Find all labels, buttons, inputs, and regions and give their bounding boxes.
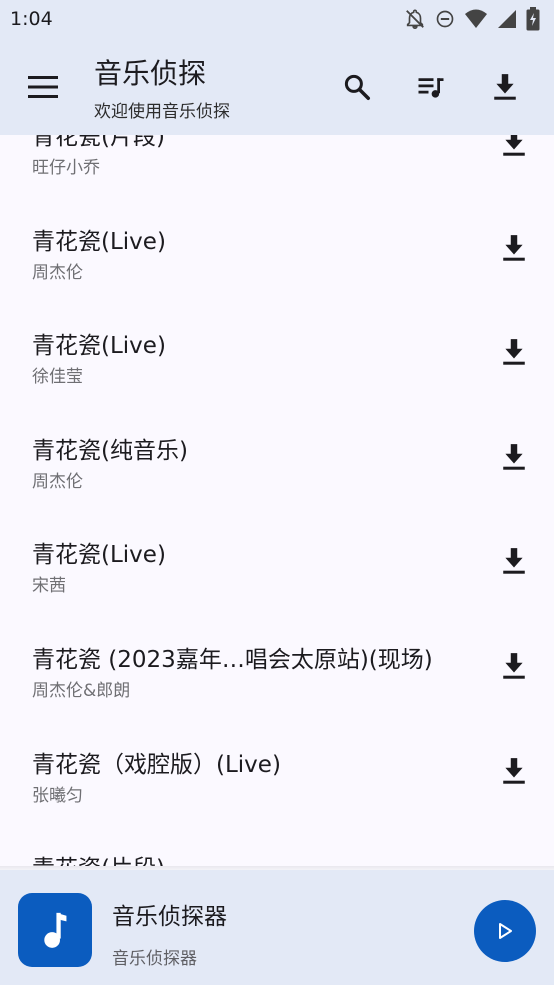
search-icon xyxy=(344,74,370,100)
download-song-button[interactable] xyxy=(494,543,534,583)
download-song-button[interactable] xyxy=(494,439,534,479)
download-song-button[interactable] xyxy=(494,334,534,374)
song-row[interactable]: 青花瓷 (2023嘉年…唱会太原站)(现场) 周杰伦&郎朗 xyxy=(0,610,554,715)
download-icon xyxy=(501,757,527,789)
notifications-off-icon xyxy=(404,8,426,30)
do-not-disturb-icon xyxy=(435,9,455,29)
download-icon xyxy=(501,443,527,475)
download-icon xyxy=(501,652,527,684)
music-note-icon xyxy=(44,912,67,948)
song-artist: 张曦匀 xyxy=(32,785,83,806)
download-icon xyxy=(501,234,527,266)
song-row[interactable]: 青花瓷(Live) 宋茜 xyxy=(0,505,554,610)
download-song-button[interactable] xyxy=(494,648,534,688)
song-list-inner: 青花瓷(片段) 旺仔小乔 青花瓷(Live) 周杰伦 青花瓷(Live) 徐佳莹 青花瓷(纯… xyxy=(0,135,554,868)
download-icon xyxy=(501,547,527,579)
song-title: 青花瓷(片段) xyxy=(32,135,165,150)
song-title: 青花瓷(Live) xyxy=(32,333,166,360)
song-artist: 周杰伦 xyxy=(32,471,83,492)
download-icon xyxy=(501,338,527,370)
menu-button[interactable] xyxy=(22,69,64,105)
song-list[interactable]: 青花瓷(片段) 旺仔小乔 青花瓷(Live) 周杰伦 青花瓷(Live) 徐佳莹 青花瓷(纯… xyxy=(0,135,554,868)
wifi-icon xyxy=(464,8,488,30)
song-title: 青花瓷 (2023嘉年…唱会太原站)(现场) xyxy=(32,646,433,673)
song-title: 青花瓷(Live) xyxy=(32,542,166,569)
menu-icon xyxy=(28,76,58,98)
signal-icon xyxy=(497,9,517,29)
status-icons xyxy=(404,7,540,31)
download-icon xyxy=(501,135,527,161)
song-title: 青花瓷(Live) xyxy=(32,228,166,255)
play-icon xyxy=(499,923,512,939)
song-artist: 徐佳莹 xyxy=(32,367,83,388)
download-song-button[interactable] xyxy=(494,230,534,270)
song-artist: 旺仔小乔 xyxy=(32,158,100,178)
battery-charging-icon xyxy=(526,7,540,31)
play-button[interactable] xyxy=(474,900,536,962)
playlist-button[interactable] xyxy=(410,66,452,108)
search-button[interactable] xyxy=(336,66,378,108)
song-artist: 宋茜 xyxy=(32,576,66,597)
song-artist: 周杰伦&郎朗 xyxy=(32,680,131,701)
song-title: 青花瓷(纯音乐) xyxy=(32,437,188,464)
song-title: 青花瓷（戏腔版）(Live) xyxy=(32,751,281,778)
song-row[interactable]: 青花瓷(纯音乐) 周杰伦 xyxy=(0,401,554,506)
player-title: 音乐侦探器 xyxy=(112,904,227,930)
download-song-button[interactable] xyxy=(494,753,534,793)
app-bar: 音乐侦探 欢迎使用音乐侦探 xyxy=(0,38,554,135)
song-row[interactable]: 青花瓷(Live) 徐佳莹 xyxy=(0,296,554,401)
page-title: 音乐侦探 xyxy=(94,57,207,90)
player-artist: 音乐侦探器 xyxy=(112,949,197,969)
download-icon xyxy=(494,74,516,100)
playlist-icon xyxy=(418,78,444,98)
album-cover xyxy=(18,893,92,967)
song-row[interactable]: 青花瓷(片段) 旺仔小乔 xyxy=(0,135,554,192)
song-row[interactable]: 青花瓷(片段) xyxy=(0,819,554,868)
status-time: 1:04 xyxy=(10,8,53,30)
song-row[interactable]: 青花瓷（戏腔版）(Live) 张曦匀 xyxy=(0,715,554,820)
page-subtitle: 欢迎使用音乐侦探 xyxy=(94,102,230,122)
mini-player[interactable]: 音乐侦探器 音乐侦探器 xyxy=(0,870,554,985)
download-song-button[interactable] xyxy=(494,135,534,165)
song-artist: 周杰伦 xyxy=(32,262,83,283)
status-bar: 1:04 xyxy=(0,0,554,38)
download-all-button[interactable] xyxy=(484,66,526,108)
song-row[interactable]: 青花瓷(Live) 周杰伦 xyxy=(0,192,554,297)
